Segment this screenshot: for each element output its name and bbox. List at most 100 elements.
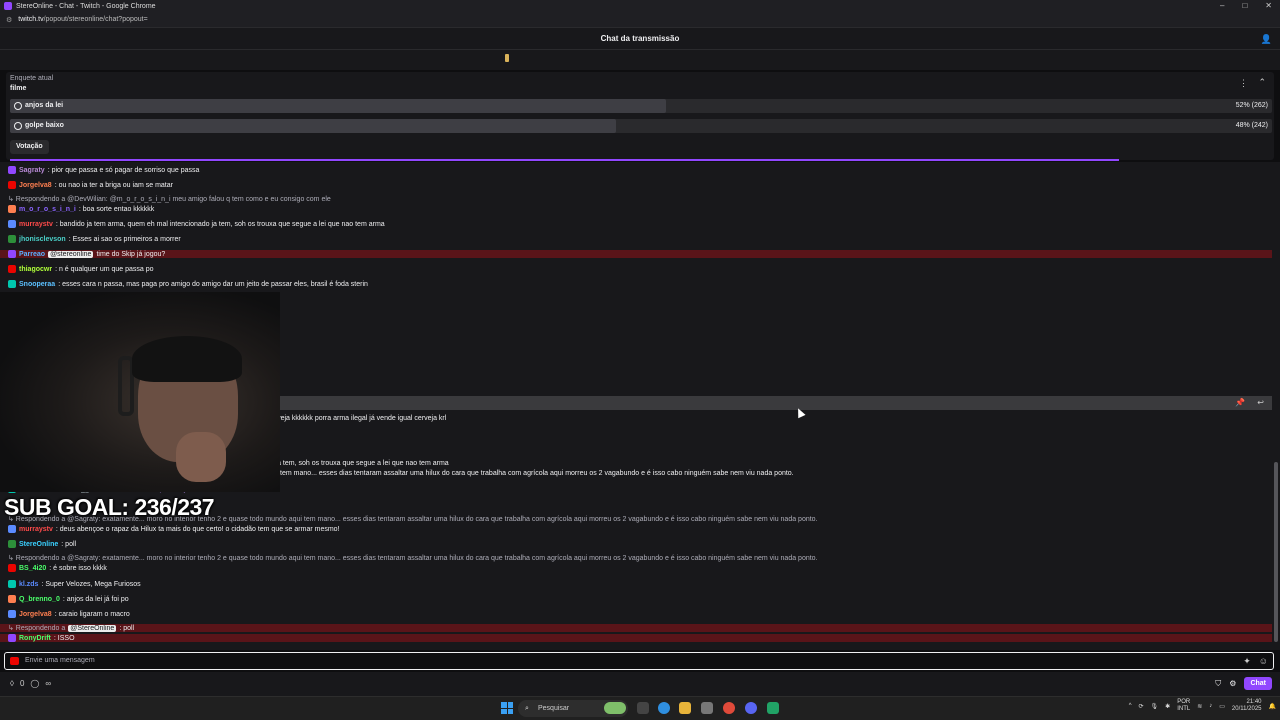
volume-icon[interactable]: ♪ xyxy=(1209,703,1212,709)
discord-icon[interactable] xyxy=(745,702,757,714)
wifi-icon[interactable]: ≋ xyxy=(1197,703,1202,710)
user-badge-icon[interactable] xyxy=(8,166,16,174)
sync-icon[interactable]: ⟳ xyxy=(1139,703,1144,710)
chat-username[interactable]: murraystv xyxy=(19,526,53,533)
chat-username[interactable]: Parreao xyxy=(19,251,45,258)
chat-message[interactable]: murraystv: bandido ja tem arma, quem eh … xyxy=(8,220,385,228)
chat-message[interactable]: BS_4i20: é sobre isso kkkk xyxy=(8,564,107,572)
address-bar[interactable]: ⚙ twitch.tv/popout/stereonline/chat?popo… xyxy=(0,12,1280,28)
chat-reply-line[interactable]: ↳ Respondendo a @DevWilian: @m_o_r_o_s_i… xyxy=(8,195,331,203)
chat-message[interactable]: StereOnline: poll xyxy=(8,540,76,548)
user-badge-icon[interactable] xyxy=(8,540,16,548)
bluetooth-icon[interactable]: ✱ xyxy=(1165,703,1170,710)
mention-chip[interactable]: @stereonline xyxy=(48,250,94,258)
user-badge-icon[interactable] xyxy=(8,595,16,603)
battery-icon[interactable]: ▭ xyxy=(1219,703,1225,710)
widgets-icon[interactable] xyxy=(604,702,626,714)
poll-option-golpe-baixo[interactable]: golpe baixo 48% (242) xyxy=(10,119,1272,133)
poll-option-anjos-da-lei[interactable]: anjos da lei 52% (262) xyxy=(10,99,1272,113)
user-badge-icon[interactable] xyxy=(8,280,16,288)
close-button[interactable]: ✕ xyxy=(1265,0,1272,12)
chat-username[interactable]: thiagocwr xyxy=(19,266,52,273)
chat-message[interactable]: Snooperaa: esses cara n passa, mas paga … xyxy=(8,280,368,288)
chat-message[interactable]: Jorgelva8: caraio ligaram o macro xyxy=(8,610,130,618)
maximize-button[interactable]: □ xyxy=(1242,0,1247,12)
chat-username[interactable]: Q_brenno_0 xyxy=(19,596,60,603)
chat-message[interactable]: Q_brenno_0: anjos da lei já foi po xyxy=(8,595,129,603)
chat-username[interactable]: RonyDrift xyxy=(19,635,51,642)
pin-message-icon[interactable]: 📌 xyxy=(1235,398,1245,407)
chat-message[interactable]: Jorgelva8: ou nao ia ter a briga ou iam … xyxy=(8,181,173,189)
chrome-icon[interactable] xyxy=(723,702,735,714)
mic-icon[interactable]: 🎙 xyxy=(1151,703,1159,710)
user-badge-icon[interactable] xyxy=(8,564,16,572)
user-badge-icon[interactable] xyxy=(8,610,16,618)
edge-icon[interactable] xyxy=(658,702,670,714)
chat-reply-line[interactable]: ↳ Respondendo a @StereOnline: poll xyxy=(0,624,1272,632)
chat-message[interactable]: Sagraty: pior que passa e só pagar de so… xyxy=(8,166,199,174)
chat-username[interactable]: StereOnline xyxy=(19,541,58,548)
chat-message[interactable]: kl.zds: Super Velozes, Mega Furiosos xyxy=(8,580,141,588)
clock[interactable]: 21:40 20/11/2025 xyxy=(1232,699,1262,713)
user-badge-icon[interactable] xyxy=(8,634,16,642)
chat-username[interactable]: Snooperaa xyxy=(19,281,55,288)
site-info-icon[interactable]: ⚙ xyxy=(6,16,12,24)
scrollbar[interactable] xyxy=(1274,462,1278,642)
file-explorer-icon[interactable] xyxy=(679,702,691,714)
chat-message[interactable]: RonyDrift: ISSO xyxy=(0,634,1272,642)
notification-icon[interactable]: 🔔 xyxy=(1269,703,1276,710)
shield-icon[interactable]: ⛉ xyxy=(1215,679,1221,689)
chat-message[interactable]: nado ja tem, soh os trouxa que segue a l… xyxy=(258,460,449,467)
chat-username[interactable]: Sagraty xyxy=(19,167,45,174)
language-indicator[interactable]: POR INTL xyxy=(1177,699,1190,713)
chat-username[interactable]: murraystv xyxy=(19,221,53,228)
chevron-up-icon[interactable]: ⌃ xyxy=(1258,77,1266,88)
mention-chip[interactable]: @StereOnline xyxy=(68,624,117,632)
reply-context[interactable]: ↳ Respondendo a @Sagraty: exatamente... … xyxy=(8,554,818,562)
minimize-button[interactable]: – xyxy=(1220,0,1224,12)
channel-points-icon[interactable]: ◊ xyxy=(10,679,14,688)
radio-icon[interactable] xyxy=(14,102,22,110)
chat-username[interactable]: BS_4i20 xyxy=(19,565,46,572)
poll-option-label: anjos da lei xyxy=(25,102,64,109)
more-options-icon[interactable]: ⋮ xyxy=(1239,78,1248,89)
taskbar-search-label: Pesquisar xyxy=(538,705,570,712)
store-icon[interactable] xyxy=(701,702,713,714)
bits-icon[interactable]: ✦ xyxy=(1243,653,1251,669)
chat-username[interactable]: Jorgelva8 xyxy=(19,182,52,189)
chat-username[interactable]: kl.zds xyxy=(19,581,38,588)
chat-username[interactable]: Jorgelva8 xyxy=(19,611,52,618)
chat-username[interactable]: m_o_r_o_s_i_n_i xyxy=(19,206,76,213)
chat-send-button[interactable]: Chat xyxy=(1244,677,1272,690)
radio-icon[interactable] xyxy=(14,122,22,130)
reply-context[interactable]: ↳ Respondendo a @DevWilian: @m_o_r_o_s_i… xyxy=(8,195,331,203)
user-badge-icon[interactable] xyxy=(8,205,16,213)
chat-reply-line[interactable]: ↳ Respondendo a @Sagraty: exatamente... … xyxy=(8,554,818,562)
chat-message[interactable]: m_o_r_o_s_i_n_i: boa sorte entao kkkkkk xyxy=(8,205,154,213)
message-input[interactable]: Envie uma mensagem ✦ ☺ xyxy=(4,652,1274,670)
spreadsheet-icon[interactable] xyxy=(767,702,779,714)
user-badge-icon[interactable] xyxy=(8,265,16,273)
chat-message[interactable]: thiagocwr: n é qualquer um que passa po xyxy=(8,265,154,273)
user-badge-icon[interactable] xyxy=(8,220,16,228)
user-badge-icon[interactable] xyxy=(8,181,16,189)
chat-message[interactable]: tem mano... esses dias tentaram assaltar… xyxy=(280,470,794,477)
chat-message[interactable]: murraystv: deus abençoe o rapaz da Hilux… xyxy=(8,525,340,533)
vote-button[interactable]: Votação xyxy=(10,140,49,154)
community-icon[interactable]: 👤 xyxy=(1261,28,1272,50)
chat-message[interactable]: jhonisclevson: Esses ai sao os primeiros… xyxy=(8,235,181,243)
task-view-icon[interactable] xyxy=(637,702,649,714)
user-badge-icon[interactable] xyxy=(8,580,16,588)
reply-icon[interactable]: ↩ xyxy=(1257,398,1264,407)
user-badge-icon[interactable] xyxy=(8,250,16,258)
badge-icon[interactable] xyxy=(10,657,19,665)
chat-message[interactable]: Parreao @stereonline time do Skip já jogo… xyxy=(0,250,1272,258)
windows-start-icon[interactable] xyxy=(501,702,513,714)
settings-icon[interactable]: ⚙ xyxy=(1229,679,1236,688)
emote-icon[interactable]: ☺ xyxy=(1259,653,1268,669)
chat-username[interactable]: jhonisclevson xyxy=(19,236,66,243)
chevron-up-icon[interactable]: ^ xyxy=(1129,703,1132,709)
user-badge-icon[interactable] xyxy=(8,235,16,243)
reply-context[interactable]: ↳ Respondendo a xyxy=(8,624,65,632)
user-badge-icon[interactable] xyxy=(8,525,16,533)
